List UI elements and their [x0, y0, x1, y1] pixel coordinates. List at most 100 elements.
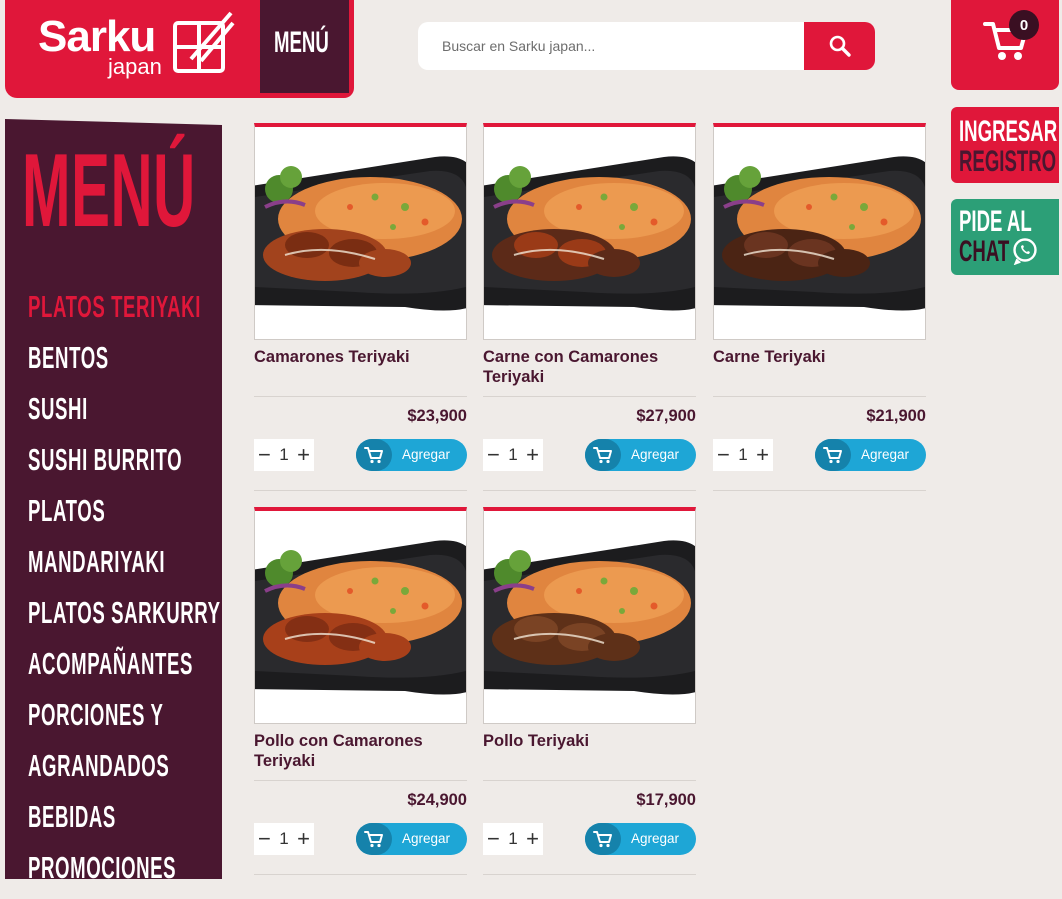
divider: [254, 874, 467, 875]
product-card: Camarones Teriyaki $23,900 − 1 + Agregar: [254, 123, 467, 491]
divider: [713, 490, 926, 491]
menu-tab[interactable]: MENÚ: [260, 0, 349, 93]
increase-quantity-button[interactable]: +: [526, 828, 539, 850]
decrease-quantity-button[interactable]: −: [717, 444, 730, 466]
bento-box-icon: [173, 11, 235, 73]
category-label: PORCIONES Y: [28, 697, 164, 732]
product-name[interactable]: Carne Teriyaki: [713, 347, 926, 367]
product-image[interactable]: [254, 123, 467, 340]
increase-quantity-button[interactable]: +: [297, 828, 310, 850]
product-price: $23,900: [407, 407, 467, 425]
food-plate-image: [714, 127, 925, 339]
add-to-cart-button[interactable]: Agregar: [585, 823, 696, 855]
quantity-stepper: − 1 +: [713, 439, 773, 471]
product-name[interactable]: Pollo con Camarones Teriyaki: [254, 731, 467, 771]
product-card: Pollo con Camarones Teriyaki $24,900 − 1…: [254, 507, 467, 875]
product-image[interactable]: [483, 123, 696, 340]
login-link[interactable]: INGRESAR: [959, 115, 1057, 149]
quantity-value[interactable]: 1: [508, 445, 517, 465]
chat-label-line2: CHAT: [959, 235, 1010, 268]
login-register-panel: INGRESAR REGISTRO: [951, 107, 1059, 183]
whatsapp-icon: [1013, 238, 1037, 265]
add-to-cart-button[interactable]: Agregar: [585, 439, 696, 471]
divider: [254, 396, 467, 397]
product-image[interactable]: [713, 123, 926, 340]
product-image[interactable]: [254, 507, 467, 724]
logo-sub-text: japan: [108, 54, 162, 79]
category-label: PLATOS SARKURRY: [28, 595, 221, 630]
decrease-quantity-button[interactable]: −: [487, 444, 500, 466]
category-label: SUSHI: [28, 391, 88, 426]
cart-icon: [356, 823, 392, 855]
add-to-cart-label: Agregar: [631, 447, 680, 462]
add-to-cart-button[interactable]: Agregar: [356, 439, 467, 471]
sidebar-title: MENÚ: [22, 133, 196, 249]
category-label: PROMOCIONES: [28, 850, 177, 885]
add-to-cart-button[interactable]: Agregar: [815, 439, 926, 471]
category-label: MANDARIYAKI: [28, 544, 166, 579]
divider: [483, 396, 696, 397]
category-label: ACOMPAÑANTES: [28, 646, 193, 681]
food-plate-image: [255, 127, 466, 339]
search-input[interactable]: [418, 22, 804, 70]
add-to-cart-label: Agregar: [861, 447, 910, 462]
cart-icon: [356, 439, 392, 471]
search-button[interactable]: [804, 22, 875, 70]
divider: [483, 780, 696, 781]
quantity-value[interactable]: 1: [508, 829, 517, 849]
quantity-stepper: − 1 +: [254, 823, 314, 855]
quantity-value[interactable]: 1: [738, 445, 747, 465]
category-label: AGRANDADOS: [28, 748, 170, 783]
product-price: $17,900: [636, 791, 696, 809]
cart-icon: [815, 439, 851, 471]
quantity-value[interactable]: 1: [279, 829, 288, 849]
increase-quantity-button[interactable]: +: [297, 444, 310, 466]
product-name[interactable]: Camarones Teriyaki: [254, 347, 467, 367]
increase-quantity-button[interactable]: +: [756, 444, 769, 466]
chat-label-line1: PIDE AL: [959, 205, 1032, 238]
divider: [483, 874, 696, 875]
food-plate-image: [484, 127, 695, 339]
divider: [254, 780, 467, 781]
increase-quantity-button[interactable]: +: [526, 444, 539, 466]
cart-icon: [585, 439, 621, 471]
category-label: BENTOS: [28, 340, 109, 375]
cart-icon: [585, 823, 621, 855]
menu-tab-label: MENÚ: [274, 26, 329, 59]
category-label: PLATOS: [28, 493, 106, 528]
decrease-quantity-button[interactable]: −: [258, 828, 271, 850]
product-card: Carne con Camarones Teriyaki $27,900 − 1…: [483, 123, 696, 491]
cart-button[interactable]: [951, 0, 1059, 90]
product-price: $27,900: [636, 407, 696, 425]
category-sidebar: MENÚ PLATOS TERIYAKI BENTOS SUSHI SUSHI …: [5, 119, 222, 879]
product-card: Carne Teriyaki $21,900 − 1 + Agregar: [713, 123, 926, 491]
decrease-quantity-button[interactable]: −: [487, 828, 500, 850]
divider: [483, 490, 696, 491]
quantity-stepper: − 1 +: [254, 439, 314, 471]
decrease-quantity-button[interactable]: −: [258, 444, 271, 466]
product-price: $24,900: [407, 791, 467, 809]
register-link[interactable]: REGISTRO: [959, 145, 1056, 179]
add-to-cart-label: Agregar: [402, 831, 451, 846]
cart-count-badge: 0: [1009, 10, 1039, 40]
quantity-value[interactable]: 1: [279, 445, 288, 465]
category-label: SUSHI BURRITO: [28, 442, 183, 477]
add-to-cart-label: Agregar: [631, 831, 680, 846]
chat-button[interactable]: PIDE AL CHAT: [951, 199, 1059, 275]
category-label: BEBIDAS: [28, 799, 116, 834]
divider: [713, 396, 926, 397]
add-to-cart-label: Agregar: [402, 447, 451, 462]
product-card: Pollo Teriyaki $17,900 − 1 + Agregar: [483, 507, 696, 875]
category-item-sushi[interactable]: SUSHI: [28, 383, 222, 434]
food-plate-image: [484, 511, 695, 723]
search-bar: [418, 22, 875, 70]
add-to-cart-button[interactable]: Agregar: [356, 823, 467, 855]
product-image[interactable]: [483, 507, 696, 724]
quantity-stepper: − 1 +: [483, 439, 543, 471]
product-name[interactable]: Pollo Teriyaki: [483, 731, 696, 751]
search-icon: [829, 35, 851, 57]
food-plate-image: [255, 511, 466, 723]
divider: [254, 490, 467, 491]
product-name[interactable]: Carne con Camarones Teriyaki: [483, 347, 696, 387]
quantity-stepper: − 1 +: [483, 823, 543, 855]
